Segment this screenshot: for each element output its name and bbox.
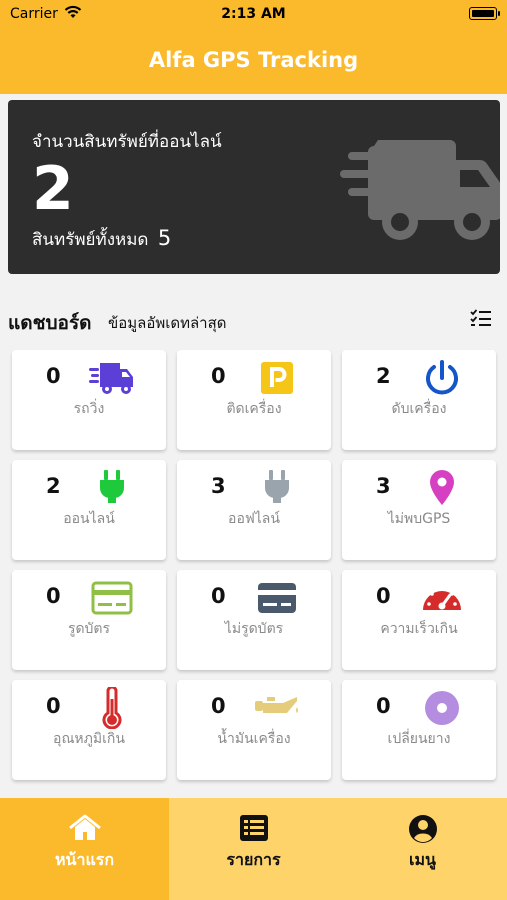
card-swiped[interactable]: 0 รูดบัตร <box>12 570 166 670</box>
card-count: 0 <box>46 364 61 388</box>
plug-icon <box>88 468 136 508</box>
moving-truck-icon <box>88 358 136 398</box>
card-not-swiped[interactable]: 0 ไม่รูดบัตร <box>177 570 331 670</box>
card-online[interactable]: 2 ออนไลน์ <box>12 460 166 560</box>
tab-label: หน้าแรก <box>54 850 115 869</box>
battery-icon <box>469 7 500 20</box>
card-label: อุณหภูมิเกิน <box>53 731 125 747</box>
card-engine-on[interactable]: 0 ติดเครื่อง <box>177 350 331 450</box>
card-count: 0 <box>376 584 391 608</box>
power-icon <box>418 358 466 398</box>
total-assets-count: 5 <box>157 226 172 250</box>
thermometer-icon <box>88 687 136 729</box>
card-count: 0 <box>211 584 226 608</box>
oil-can-icon <box>253 688 301 728</box>
tab-home[interactable]: หน้าแรก <box>0 798 169 900</box>
card-running[interactable]: 0 รถวิ่ง <box>12 350 166 450</box>
tab-label: รายการ <box>226 850 281 869</box>
truck-icon <box>340 126 500 254</box>
card-over-temperature[interactable]: 0 อุณหภูมิเกิน <box>12 680 166 780</box>
dashboard-title: แดชบอร์ด <box>8 312 92 334</box>
checklist-icon[interactable] <box>470 308 492 332</box>
stats-grid: 0 รถวิ่ง 0 ติดเครื่อง 2 ดับเครื่อง 2 ออน… <box>0 348 507 798</box>
card-engine-oil[interactable]: 0 น้ำมันเครื่อง <box>177 680 331 780</box>
home-icon <box>0 814 169 842</box>
card-no-gps[interactable]: 3 ไม่พบGPS <box>342 460 496 560</box>
card-count: 0 <box>211 364 226 388</box>
list-icon <box>169 814 338 842</box>
card-overspeed[interactable]: 0 ความเร็วเกิน <box>342 570 496 670</box>
user-icon <box>338 814 507 844</box>
total-assets: สินทรัพย์ทั้งหมด 5 <box>32 226 171 253</box>
card-icon <box>253 578 301 618</box>
card-count: 0 <box>46 584 61 608</box>
map-pin-icon <box>418 468 466 508</box>
card-label: ออฟไลน์ <box>228 511 280 527</box>
card-label: รถวิ่ง <box>73 401 105 417</box>
tab-list[interactable]: รายการ <box>169 798 338 900</box>
online-assets-label: จำนวนสินทรัพย์ที่ออนไลน์ <box>32 132 222 152</box>
card-label: ติดเครื่อง <box>226 401 282 417</box>
card-label: ความเร็วเกิน <box>380 621 458 637</box>
card-label: น้ำมันเครื่อง <box>217 731 291 747</box>
dashboard-subtitle: ข้อมูลอัพเดทล่าสุด <box>108 314 227 332</box>
speedometer-icon <box>418 578 466 618</box>
clock: 2:13 AM <box>221 6 286 22</box>
card-count: 3 <box>376 474 391 498</box>
card-count: 2 <box>46 474 61 498</box>
page-title: Alfa GPS Tracking <box>148 48 359 72</box>
card-label: ออนไลน์ <box>63 511 115 527</box>
card-count: 0 <box>46 694 61 718</box>
card-count: 0 <box>211 694 226 718</box>
dashboard-header: แดชบอร์ด ข้อมูลอัพเดทล่าสุด <box>8 306 496 334</box>
online-assets-count: 2 <box>32 154 74 224</box>
card-engine-off[interactable]: 2 ดับเครื่อง <box>342 350 496 450</box>
card-label: รูดบัตร <box>67 621 111 637</box>
card-count: 0 <box>376 694 391 718</box>
tab-menu[interactable]: เมนู <box>338 798 507 900</box>
card-label: ดับเครื่อง <box>391 401 447 417</box>
card-offline[interactable]: 3 ออฟไลน์ <box>177 460 331 560</box>
plug-icon <box>253 468 301 508</box>
navigation-bar: Alfa GPS Tracking <box>0 28 507 94</box>
card-count: 2 <box>376 364 391 388</box>
card-label: เปลี่ยนยาง <box>387 731 451 747</box>
card-icon <box>88 578 136 618</box>
card-tire-change[interactable]: 0 เปลี่ยนยาง <box>342 680 496 780</box>
parking-icon <box>253 358 301 398</box>
total-assets-label: สินทรัพย์ทั้งหมด <box>32 230 149 250</box>
status-bar: Carrier 2:13 AM <box>0 0 507 28</box>
online-summary-card: จำนวนสินทรัพย์ที่ออนไลน์ 2 สินทรัพย์ทั้ง… <box>8 100 500 274</box>
card-label: ไม่รูดบัตร <box>224 621 284 637</box>
tab-label: เมนู <box>409 850 436 869</box>
card-count: 3 <box>211 474 226 498</box>
card-label: ไม่พบGPS <box>387 511 451 527</box>
tab-bar: หน้าแรก รายการ เมนู <box>0 798 507 900</box>
tire-icon <box>418 688 466 728</box>
